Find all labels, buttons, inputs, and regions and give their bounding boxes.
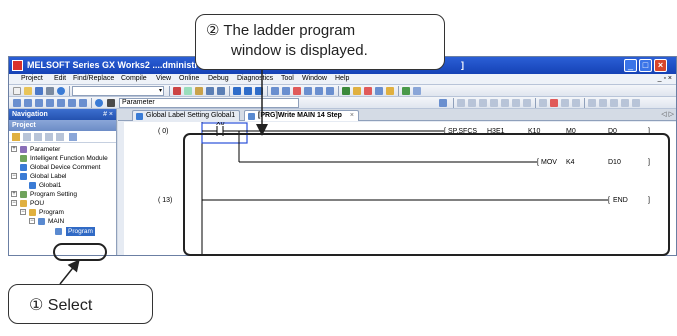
callout-text-line-2: window is displayed.: [231, 42, 368, 59]
arrow-to-program-item: [59, 259, 80, 285]
callout-select: ① Select: [8, 284, 153, 324]
callout-ladder-window: ② The ladder program window is displayed…: [195, 14, 445, 70]
stage: MELSOFT Series GX Works2 ....dministrato…: [0, 0, 677, 336]
callout-text: ① Select: [29, 297, 93, 314]
callout-text-line-1: ② The ladder program: [206, 22, 356, 39]
